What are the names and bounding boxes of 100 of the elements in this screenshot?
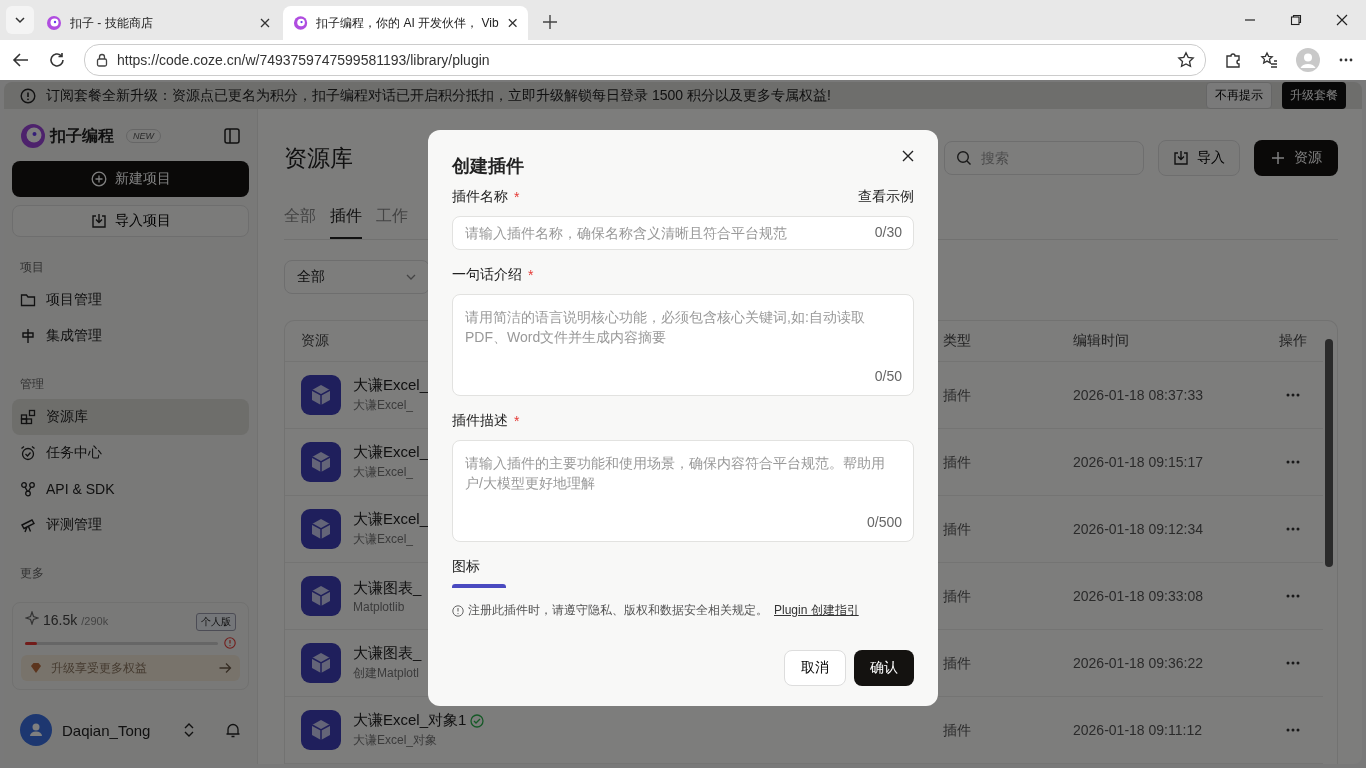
section-title: 管理 xyxy=(19,376,45,393)
cube-icon xyxy=(301,710,341,750)
integration-icon xyxy=(20,328,36,344)
field-label: 插件描述 xyxy=(452,412,508,430)
upgrade-button[interactable]: 升级套餐 xyxy=(1282,82,1346,109)
sidebar-toggle-icon[interactable] xyxy=(223,127,241,145)
column-header: 编辑时间 xyxy=(1073,332,1129,348)
sparkle-icon xyxy=(25,611,39,625)
blocks-icon xyxy=(20,409,36,425)
resource-name[interactable]: 大谦Excel_ xyxy=(353,376,429,395)
restore-icon[interactable] xyxy=(1290,14,1302,26)
folder-icon xyxy=(20,292,36,308)
close-icon[interactable] xyxy=(1336,14,1348,26)
resource-description: 创建Matplotl xyxy=(353,665,421,682)
cube-icon xyxy=(301,643,341,683)
resource-description: Matplotlib xyxy=(353,599,406,614)
favorites-icon[interactable] xyxy=(1260,51,1278,69)
notice-text: 注册此插件时，请遵守隐私、版权和数据安全相关规定。 xyxy=(468,602,768,619)
bell-icon[interactable] xyxy=(225,722,241,738)
arrow-right-icon xyxy=(218,661,232,675)
info-icon xyxy=(452,604,464,617)
table-cell: 2026-01-18 09:15:17 xyxy=(1073,454,1203,470)
nav-item[interactable]: 任务中心 xyxy=(12,435,249,471)
resource-name[interactable]: 大谦Excel_ xyxy=(353,510,429,529)
resource-name[interactable]: 大谦Excel_对象1 xyxy=(353,711,467,730)
dialog-title: 创建插件 xyxy=(452,155,524,178)
confirm-button[interactable]: 确认 xyxy=(854,650,914,686)
dismiss-button[interactable]: 不再提示 xyxy=(1206,82,1272,109)
field-label: 一句话介绍 xyxy=(452,266,522,284)
browser-tab[interactable]: 扣子 - 技能商店 xyxy=(36,6,281,40)
plan-badge: 个人版 xyxy=(196,613,236,631)
category-tab[interactable]: 全部 xyxy=(284,206,316,239)
nav-item[interactable]: 项目管理 xyxy=(12,282,249,318)
add-resource-button[interactable]: 资源 xyxy=(1254,140,1338,176)
warning-icon xyxy=(224,637,236,649)
close-icon[interactable] xyxy=(259,17,271,29)
address-field[interactable]: https://code.coze.cn/w/7493759747599581193/library/plugin xyxy=(84,44,1206,76)
table-cell: 2026-01-18 09:11:12 xyxy=(1073,722,1202,738)
table-cell: 2026-01-18 09:33:08 xyxy=(1073,588,1203,604)
category-tab[interactable]: 插件 xyxy=(330,206,362,239)
url-text: https://code.coze.cn/w/7493759747599581193/library/plugin xyxy=(117,52,491,68)
cube-icon xyxy=(301,442,341,482)
section-title: 更多 xyxy=(19,565,45,582)
plus-circle-icon xyxy=(90,171,107,187)
resource-name[interactable]: 大谦Excel_ xyxy=(353,443,429,462)
telescope-icon xyxy=(20,517,36,533)
char-counter: 0/50 xyxy=(874,368,902,384)
import-button[interactable]: 导入 xyxy=(1158,140,1240,176)
nav-item[interactable]: 评测管理 xyxy=(12,507,249,543)
alarm-clock-icon xyxy=(20,445,36,461)
table-cell: 插件 xyxy=(943,721,971,738)
nav-item[interactable]: 集成管理 xyxy=(12,318,249,354)
close-icon[interactable] xyxy=(506,17,518,29)
resource-name[interactable]: 大谦图表_ xyxy=(353,644,422,663)
browser-tab[interactable]: 扣子编程，你的 AI 开发伙伴， Vib xyxy=(283,6,528,40)
tab-list-button[interactable] xyxy=(6,6,34,34)
table-cell: 插件 xyxy=(943,386,971,403)
tab-title: 扣子 - 技能商店 xyxy=(70,14,154,32)
search-icon xyxy=(956,150,972,166)
avatar-icon[interactable] xyxy=(20,714,52,746)
required-mark: * xyxy=(528,267,534,283)
reload-icon[interactable] xyxy=(48,51,66,69)
lock-icon xyxy=(95,53,109,67)
section-title: 项目 xyxy=(19,259,45,276)
resource-description: 大谦Excel_ xyxy=(353,397,415,414)
nodes-icon xyxy=(20,481,36,497)
cancel-button[interactable]: 取消 xyxy=(784,650,846,686)
resource-name[interactable]: 大谦图表_ xyxy=(353,578,422,598)
nav-item[interactable]: API & SDK xyxy=(12,471,249,507)
logo-icon xyxy=(293,15,309,31)
guide-link[interactable]: Plugin 创建指引 xyxy=(774,602,859,619)
brand-name: 扣子编程 xyxy=(50,125,114,146)
new-tab-icon[interactable] xyxy=(542,14,558,30)
column-header: 资源 xyxy=(301,332,329,348)
star-icon[interactable] xyxy=(1177,51,1195,69)
diamond-icon xyxy=(29,661,43,675)
resource-description: 大谦Excel_对象 xyxy=(353,732,439,749)
upgrade-button[interactable]: 升级享受更多权益 xyxy=(21,655,240,681)
cube-icon xyxy=(301,375,341,415)
field-label: 图标 xyxy=(452,558,481,576)
close-icon[interactable] xyxy=(902,150,914,162)
column-header: 类型 xyxy=(943,332,971,348)
logo-icon xyxy=(20,123,46,149)
user-name: Daqian_Tong xyxy=(62,721,152,739)
example-link[interactable]: 查看示例 xyxy=(858,188,914,206)
back-icon[interactable] xyxy=(12,51,30,69)
category-tab[interactable]: 工作 xyxy=(376,206,408,239)
table-cell: 插件 xyxy=(943,520,971,537)
tab-title: 扣子编程，你的 AI 开发伙伴， Vib xyxy=(316,14,499,32)
resource-description: 大谦Excel_ xyxy=(353,531,415,548)
cube-icon xyxy=(301,576,341,616)
import-project-button[interactable]: 导入项目 xyxy=(12,205,249,237)
char-counter: 0/500 xyxy=(866,514,902,530)
table-cell: 2026-01-18 09:12:34 xyxy=(1073,521,1203,537)
table-cell: 2026-01-18 09:36:22 xyxy=(1073,655,1203,671)
nav-item[interactable]: 资源库 xyxy=(12,399,249,435)
chevron-up-down-icon[interactable] xyxy=(183,722,195,738)
plus-icon xyxy=(1270,150,1286,166)
puzzle-icon[interactable] xyxy=(1224,51,1242,69)
new-project-button[interactable]: 新建项目 xyxy=(12,161,249,197)
